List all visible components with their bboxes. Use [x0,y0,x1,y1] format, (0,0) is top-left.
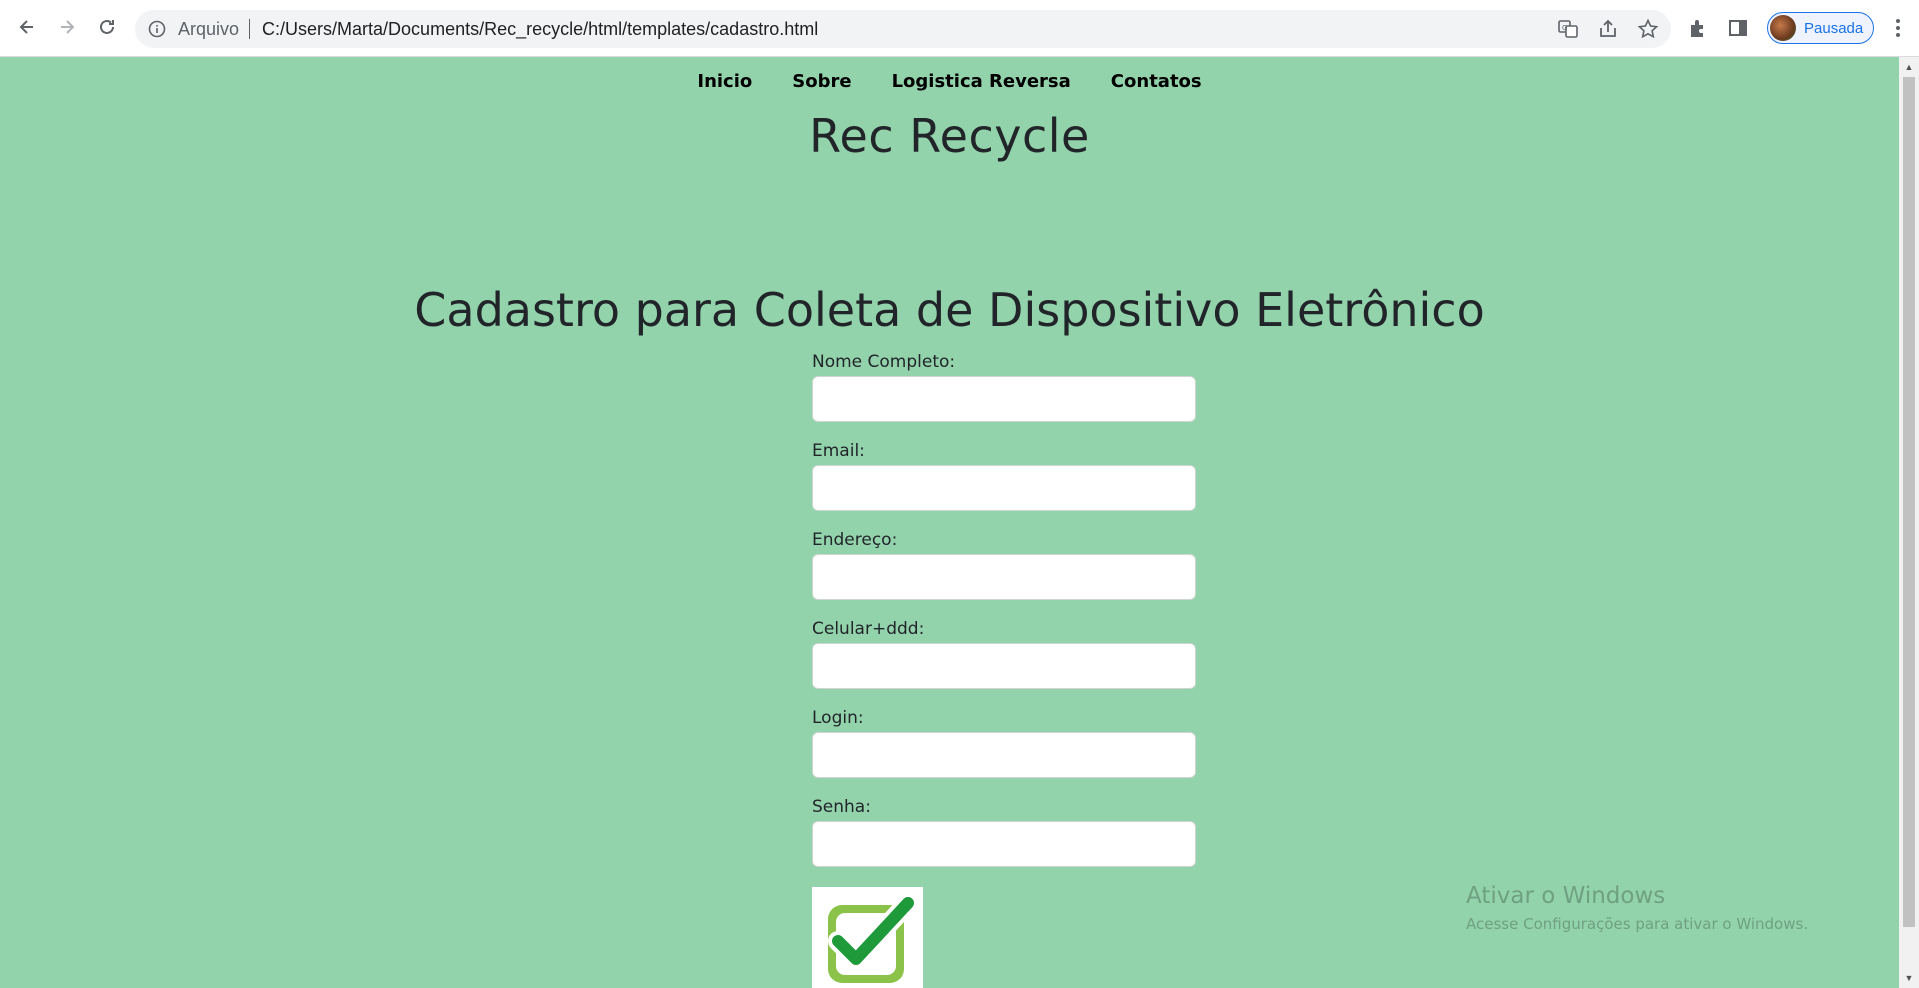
side-panel-icon[interactable] [1723,13,1753,43]
field-celular: Celular+ddd: [812,617,1196,706]
nav-link-sobre[interactable]: Sobre [792,71,851,92]
celular-input[interactable] [812,643,1196,689]
share-icon[interactable] [1597,18,1619,40]
address-bar[interactable]: Arquivo C:/Users/Marta/Documents/Rec_rec… [135,10,1671,48]
scheme-label: Arquivo [178,19,251,39]
vertical-scrollbar[interactable]: ▲ ▼ [1899,57,1919,988]
back-button[interactable] [12,12,42,42]
site-title: Rec Recycle [809,109,1090,163]
watermark-title: Ativar o Windows [1466,883,1666,909]
field-endereco: Endereço: [812,528,1196,617]
field-label: Nome Completo: [812,352,956,372]
windows-activation-watermark: Ativar o Windows Acesse Configurações pa… [1466,883,1808,933]
reload-button[interactable] [92,12,122,42]
avatar [1770,15,1796,41]
nav-link-inicio[interactable]: Inicio [697,71,752,92]
forward-button[interactable] [52,12,82,42]
browser-toolbar: Arquivo C:/Users/Marta/Documents/Rec_rec… [0,0,1919,57]
submit-checkmark-button[interactable] [812,887,923,988]
nav-link-contatos[interactable]: Contatos [1111,71,1202,92]
watermark-subtitle: Acesse Configurações para ativar o Windo… [1466,915,1809,933]
field-login: Login: [812,706,1196,795]
profile-status-label: Pausada [1804,19,1864,37]
field-label: Login: [812,708,864,728]
url-text[interactable]: C:/Users/Marta/Documents/Rec_recycle/htm… [262,19,818,40]
login-input[interactable] [812,732,1196,778]
arrow-left-icon [19,20,33,34]
form-title: Cadastro para Coleta de Dispositivo Elet… [414,283,1485,337]
endereco-input[interactable] [812,554,1196,600]
nome-completo-input[interactable] [812,376,1196,422]
extensions-puzzle-icon[interactable] [1683,13,1713,43]
bookmark-star-icon[interactable] [1637,18,1659,40]
field-label: Senha: [812,797,871,817]
field-senha: Senha: [812,795,1196,884]
senha-input[interactable] [812,821,1196,867]
arrow-right-icon [61,20,75,34]
nav-link-logistica-reversa[interactable]: Logistica Reversa [892,71,1071,92]
registration-form: Nome Completo: Email: Endereço: Celular+… [812,350,1196,884]
reload-icon [100,19,114,34]
page-viewport: Inicio Sobre Logistica Reversa Contatos … [0,57,1899,988]
field-email: Email: [812,439,1196,528]
field-nome-completo: Nome Completo: [812,350,1196,439]
profile-button[interactable]: Pausada [1767,12,1875,44]
email-input[interactable] [812,465,1196,511]
green-checkmark-icon [828,893,918,983]
top-navigation: Inicio Sobre Logistica Reversa Contatos [0,71,1899,92]
info-icon[interactable] [148,20,166,38]
kebab-menu-icon[interactable] [1888,13,1908,43]
field-label: Celular+ddd: [812,619,925,639]
field-label: Endereço: [812,530,898,550]
scroll-up-arrow-icon[interactable]: ▲ [1899,59,1919,75]
translate-icon[interactable]: G [1557,18,1579,40]
scrollbar-thumb[interactable] [1903,77,1915,927]
scroll-down-arrow-icon[interactable]: ▼ [1899,970,1919,986]
svg-text:G: G [1562,24,1567,32]
field-label: Email: [812,441,865,461]
